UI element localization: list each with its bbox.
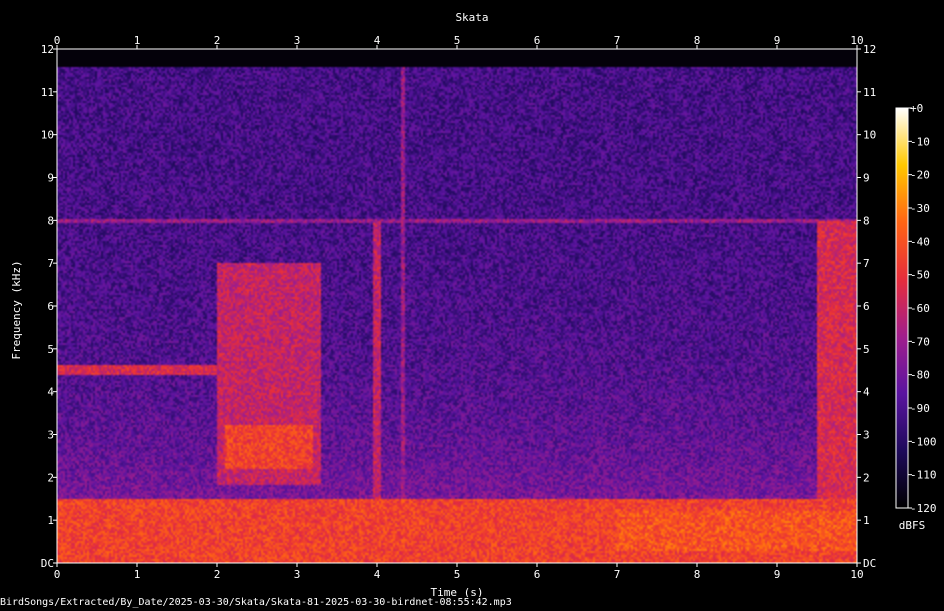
spectrogram-plot <box>56 48 858 564</box>
colorbar-tick-label: -80 <box>910 369 930 382</box>
colorbar-tick-label: -120 <box>910 502 937 515</box>
colorbar-tick-label: -40 <box>910 235 930 248</box>
y-tick-label-right: 2 <box>863 471 870 484</box>
y-tick-label: 8 <box>47 214 54 227</box>
x-tick-label-top: 0 <box>54 34 61 47</box>
y-tick-label-right: 6 <box>863 300 870 313</box>
x-tick-label-top: 1 <box>134 34 141 47</box>
y-tick-label-right: 4 <box>863 386 870 399</box>
colorbar-tick-label: +0 <box>910 102 923 115</box>
file-path-footer: BirdSongs/Extracted/By_Date/2025-03-30/S… <box>0 597 512 608</box>
y-tick-label-right: 5 <box>863 343 870 356</box>
colorbar-tick-label: -50 <box>910 269 930 282</box>
colorbar-tick-label: -20 <box>910 169 930 182</box>
x-tick-label: 7 <box>614 568 621 581</box>
x-tick-label-top: 4 <box>374 34 381 47</box>
y-tick-label-right: 11 <box>863 86 876 99</box>
colorbar-tick-label: -100 <box>910 435 937 448</box>
x-tick-label: 3 <box>294 568 301 581</box>
chart-title: Skata <box>455 11 488 24</box>
x-tick-label: 9 <box>774 568 781 581</box>
x-tick-label: 8 <box>694 568 701 581</box>
y-tick-label-right: 9 <box>863 172 870 185</box>
colorbar-tick-label: -90 <box>910 402 930 415</box>
y-axis-label: Frequency (kHz) <box>10 260 23 359</box>
y-tick-label-right: DC <box>863 557 876 570</box>
y-tick-label-right: 1 <box>863 514 870 527</box>
x-tick-label: 1 <box>134 568 141 581</box>
y-tick-label: 6 <box>47 300 54 313</box>
y-tick-label: 11 <box>41 86 54 99</box>
y-tick-label: 5 <box>47 343 54 356</box>
y-tick-label: 9 <box>47 172 54 185</box>
x-tick-label-top: 10 <box>850 34 863 47</box>
x-tick-label-top: 6 <box>534 34 541 47</box>
y-tick-label-right: 10 <box>863 129 876 142</box>
x-tick-label: 4 <box>374 568 381 581</box>
x-tick-label-top: 7 <box>614 34 621 47</box>
y-tick-label: 4 <box>47 386 54 399</box>
y-tick-label: 2 <box>47 471 54 484</box>
x-tick-label-top: 8 <box>694 34 701 47</box>
y-tick-label-right: 7 <box>863 257 870 270</box>
y-tick-label: 10 <box>41 129 54 142</box>
colorbar-label: dBFS <box>899 519 926 532</box>
x-tick-label-top: 2 <box>214 34 221 47</box>
x-tick-label: 5 <box>454 568 461 581</box>
colorbar-tick-label: -70 <box>910 335 930 348</box>
colorbar-tick-label: -110 <box>910 469 937 482</box>
colorbar-tick-label: -60 <box>910 302 930 315</box>
spectrogram-chart: Skata 001122334455667788991010DC DC1 12 23 3… <box>10 11 937 597</box>
y-tick-label-right: 8 <box>863 214 870 227</box>
spectrogram-image <box>57 49 857 563</box>
y-tick-label: 1 <box>47 514 54 527</box>
y-tick-label: 12 <box>41 43 54 56</box>
x-axis-label: Time (s) <box>431 586 484 597</box>
x-tick-label-top: 3 <box>294 34 301 47</box>
colorbar: +0 -10 -20 -30 -40 -50 -60 -70 -80 -90 -100 -110 -12… <box>895 102 937 532</box>
y-tick-label: DC <box>41 557 54 570</box>
x-tick-label: 10 <box>850 568 863 581</box>
y-tick-label-right: 12 <box>863 43 876 56</box>
y-tick-label: 3 <box>47 429 54 442</box>
y-tick-label: 7 <box>47 257 54 270</box>
colorbar-tick-label: -10 <box>910 135 930 148</box>
x-tick-label-top: 5 <box>454 34 461 47</box>
x-tick-label: 6 <box>534 568 541 581</box>
x-tick-label: 2 <box>214 568 221 581</box>
colorbar-tick-label: -30 <box>910 202 930 215</box>
y-tick-label-right: 3 <box>863 429 870 442</box>
x-tick-label-top: 9 <box>774 34 781 47</box>
x-tick-label: 0 <box>54 568 61 581</box>
